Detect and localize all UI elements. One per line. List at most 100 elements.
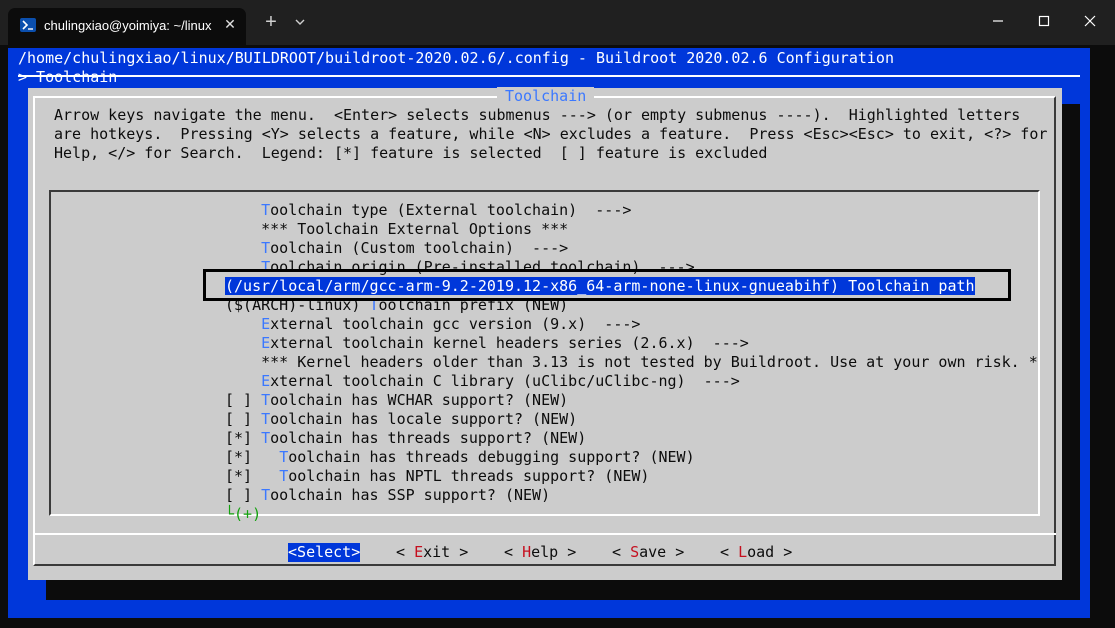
menu-item-label: *** Kernel headers older than 3.13 is no… [261, 353, 1038, 371]
menu-item-prefix [225, 201, 261, 219]
menu-item-prefix: [*] [225, 467, 280, 485]
menu-item-label: xternal toolchain C library (uClibc/uCli… [270, 372, 740, 390]
menu-item-hotkey: T [261, 258, 271, 276]
close-window-icon[interactable] [1075, 8, 1105, 34]
menu-item-prefix [225, 372, 261, 390]
save-button[interactable]: < Save > [612, 543, 684, 562]
chevron-down-icon[interactable] [292, 14, 308, 30]
tab-title: chulingxiao@yoimiya: ~/linux [44, 18, 212, 33]
menu-item-label: oolchain has NPTL threads support? (NEW) [288, 467, 650, 485]
menu-item-label: oolchain has SSP support? (NEW) [270, 486, 551, 504]
menu-item-label: xternal toolchain kernel headers series … [270, 334, 749, 352]
button-hotkey: S [630, 543, 640, 561]
button-row-divider [33, 533, 1056, 535]
menu-item[interactable]: [ ] Toolchain has WCHAR support? (NEW) [225, 391, 568, 410]
menu-item-prefix: [ ] [225, 410, 262, 428]
menu-item-hotkey: E [261, 315, 271, 333]
menu-item[interactable]: Toolchain type (External toolchain) ---> [225, 201, 631, 220]
help-text-line-2: are hotkeys. Pressing <Y> selects a feat… [54, 125, 1048, 143]
exit-button[interactable]: < Exit > [396, 543, 468, 562]
menu-item-label: (/usr/local/arm/gcc-arm-9.2-2019.12-x86_… [225, 277, 975, 295]
menu-item-prefix [225, 315, 261, 333]
menu-item[interactable]: External toolchain C library (uClibc/uCl… [225, 372, 740, 391]
menu-item-hotkey: E [261, 334, 271, 352]
button-bracket: < [288, 543, 298, 561]
menu-item-label: oolchain has locale support? (NEW) [270, 410, 578, 428]
menu-item[interactable]: [*] Toolchain has NPTL threads support? … [225, 467, 649, 486]
menu-item[interactable]: External toolchain kernel headers series… [225, 334, 749, 353]
menu-item-hotkey: T [261, 429, 271, 447]
menu-item[interactable]: External toolchain gcc version (9.x) ---… [225, 315, 640, 334]
menu-item-text: External toolchain gcc version (9.x) ---… [225, 315, 640, 333]
menu-item-prefix [225, 258, 261, 276]
menu-item-label: oolchain has threads support? (NEW) [270, 429, 587, 447]
menu-item[interactable]: [ ] Toolchain has SSP support? (NEW) [225, 486, 550, 505]
breadcrumb: > Toolchain [18, 68, 118, 86]
menu-item-prefix [225, 220, 261, 238]
help-text-line-1: Arrow keys navigate the menu. <Enter> se… [54, 106, 1021, 124]
button-bracket: < [612, 543, 631, 561]
menu-item[interactable]: [*] Toolchain has threads debugging supp… [225, 448, 695, 467]
select-button[interactable]: <Select> [288, 543, 361, 562]
button-bracket: < [396, 543, 415, 561]
menu-item[interactable]: ($(ARCH)-linux) Toolchain prefix (NEW) [225, 296, 568, 315]
menu-item-prefix [225, 334, 261, 352]
menu-item-text: *** Toolchain External Options *** [225, 220, 568, 238]
menu-item-text: Toolchain origin (Pre-installed toolchai… [225, 258, 695, 276]
menu-item-text: [*] Toolchain has threads debugging supp… [225, 448, 695, 466]
menu-item-label: oolchain (Custom toolchain) ---> [270, 239, 569, 257]
menu-item-text: Toolchain type (External toolchain) ---> [225, 201, 631, 219]
menu-item-text: External toolchain C library (uClibc/uCl… [225, 372, 740, 390]
menu-item[interactable]: [*] Toolchain has threads support? (NEW) [225, 429, 586, 448]
button-label: elp > [531, 543, 577, 561]
help-text-line-3: Help, </> for Search. Legend: [*] featur… [54, 144, 768, 162]
menu-item-prefix: [*] [225, 448, 280, 466]
terminal-tab[interactable]: chulingxiao@yoimiya: ~/linux ✕ [8, 8, 246, 45]
menu-item[interactable]: Toolchain origin (Pre-installed toolchai… [225, 258, 695, 277]
menu-item-text: (/usr/local/arm/gcc-arm-9.2-2019.12-x86_… [225, 277, 975, 295]
button-hotkey: H [522, 543, 532, 561]
header-divider [18, 75, 1080, 77]
config-path-header: /home/chulingxiao/linux/BUILDROOT/buildr… [18, 49, 894, 67]
menu-item-label: oolchain has threads debugging support? … [288, 448, 695, 466]
menu-item-prefix: ($(ARCH)-linux) [225, 296, 370, 314]
menu-item-prefix: [*] [225, 429, 262, 447]
button-bracket: < [720, 543, 739, 561]
minimize-icon[interactable] [983, 8, 1013, 34]
load-button[interactable]: < Load > [720, 543, 792, 562]
dialog-title: Toolchain [497, 87, 595, 106]
menu-item[interactable]: *** Kernel headers older than 3.13 is no… [225, 353, 1038, 372]
menu-item-text: Toolchain (Custom toolchain) ---> [225, 239, 568, 257]
menu-item-hotkey: T [261, 239, 271, 257]
menu-item-hotkey: T [369, 296, 379, 314]
terminal-icon [20, 18, 36, 32]
button-label: xit > [423, 543, 469, 561]
menu-item-prefix: [ ] [225, 391, 262, 409]
button-label: ave > [639, 543, 685, 561]
menu-item-hotkey: T [261, 201, 271, 219]
menu-item-text: ($(ARCH)-linux) Toolchain prefix (NEW) [225, 296, 568, 314]
menu-item-text: External toolchain kernel headers series… [225, 334, 749, 352]
menu-item-label: oolchain origin (Pre-installed toolchain… [270, 258, 695, 276]
menu-item[interactable]: [ ] Toolchain has locale support? (NEW) [225, 410, 577, 429]
maximize-icon[interactable] [1029, 8, 1059, 34]
menu-item-text: [ ] Toolchain has WCHAR support? (NEW) [225, 391, 568, 409]
close-icon[interactable]: ✕ [222, 16, 238, 32]
menu-item-prefix [225, 239, 261, 257]
new-tab-button[interactable]: + [262, 12, 280, 32]
menu-item-hotkey: T [279, 467, 289, 485]
more-items-indicator: └(+) [225, 505, 262, 523]
menu-item-text: *** Kernel headers older than 3.13 is no… [225, 353, 1038, 371]
menu-item[interactable]: Toolchain (Custom toolchain) ---> [225, 239, 568, 258]
window-titlebar: chulingxiao@yoimiya: ~/linux ✕ + [0, 0, 1115, 45]
help-button[interactable]: < Help > [504, 543, 576, 562]
menu-item[interactable]: *** Toolchain External Options *** [225, 220, 568, 239]
button-hotkey: L [738, 543, 748, 561]
button-bracket: < [504, 543, 523, 561]
menu-item-prefix [225, 353, 261, 371]
menu-item[interactable]: (/usr/local/arm/gcc-arm-9.2-2019.12-x86_… [225, 277, 975, 296]
menu-item-label: oolchain has WCHAR support? (NEW) [270, 391, 569, 409]
menu-item-label: *** Toolchain External Options *** [261, 220, 569, 238]
menu-item-hotkey: E [261, 372, 271, 390]
button-label: elect> [306, 543, 361, 561]
